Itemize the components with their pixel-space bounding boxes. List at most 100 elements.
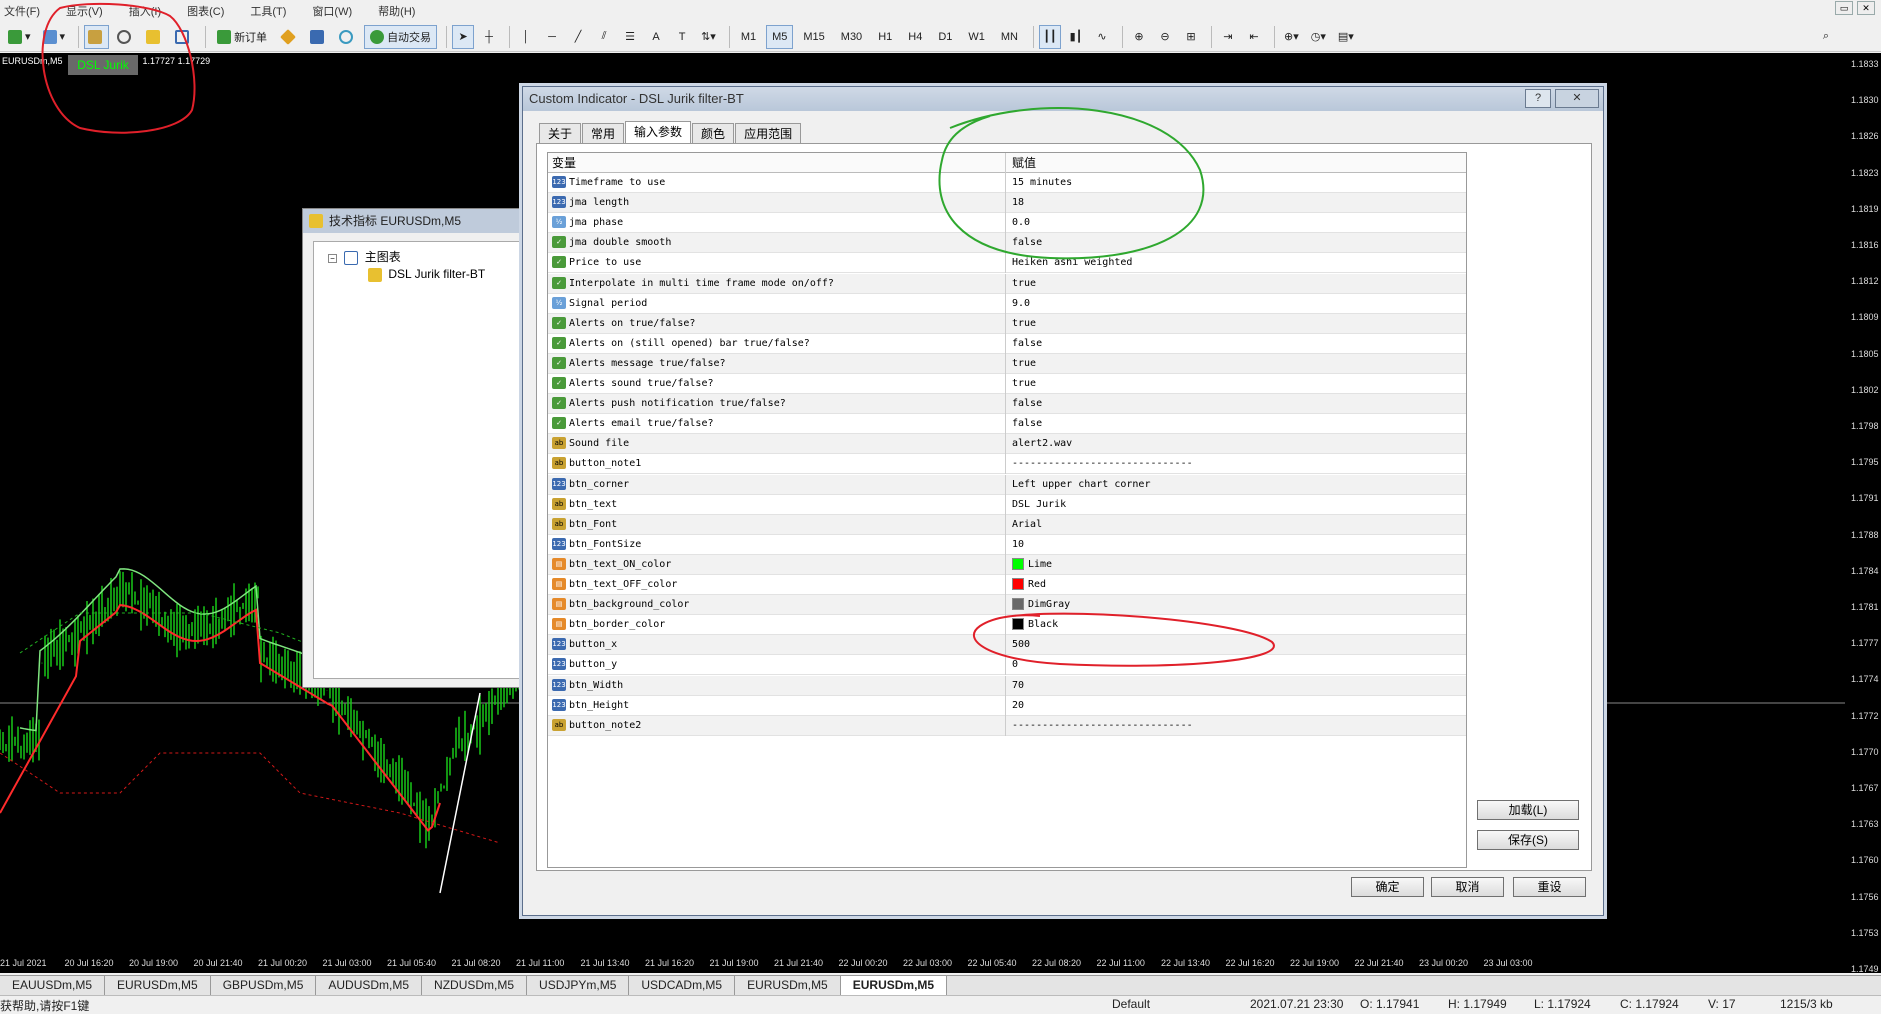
menu-tools[interactable]: 工具(T) — [250, 3, 286, 19]
chart-tab[interactable]: EURUSDm,M5 — [735, 976, 841, 995]
param-row[interactable]: ▤ btn_background_color DimGray — [548, 595, 1466, 616]
market-watch-button[interactable] — [84, 24, 110, 49]
param-row[interactable]: 123 btn_FontSize 10 — [548, 534, 1466, 555]
horizontal-line-tool[interactable]: ─ — [541, 25, 563, 49]
param-row[interactable]: ✓ Alerts sound true/false? true — [548, 374, 1466, 394]
navigator-button[interactable] — [142, 25, 167, 49]
close-button[interactable]: ✕ — [1555, 89, 1599, 108]
text-tool[interactable]: A — [645, 25, 667, 49]
tree-node-main-chart[interactable]: − 主图表 — [328, 248, 401, 265]
label-tool[interactable]: T — [671, 25, 693, 49]
param-row[interactable]: ✓ Alerts on true/false? true — [548, 313, 1466, 334]
tf-m30[interactable]: M30 — [835, 25, 868, 49]
menu-view[interactable]: 显示(V) — [66, 3, 103, 19]
strategy-tester-button[interactable] — [306, 25, 331, 49]
param-value[interactable]: 0 — [1010, 655, 1465, 675]
chart-tab[interactable]: AUDUSDm,M5 — [316, 976, 423, 995]
cursor-tool[interactable]: ➤ — [452, 24, 475, 49]
param-value[interactable]: Arial — [1010, 515, 1465, 535]
menu-file[interactable]: 文件(F) — [4, 3, 40, 19]
param-value[interactable]: 10 — [1010, 535, 1465, 555]
param-value[interactable]: ------------------------------ — [1010, 454, 1465, 474]
restore-icon[interactable]: ▭ — [1835, 1, 1853, 15]
chart-tab[interactable]: EURUSDm,M5 — [105, 976, 211, 995]
param-row[interactable]: 123 btn_Width 70 — [548, 675, 1466, 696]
param-value[interactable]: 500 — [1010, 635, 1465, 655]
menu-help[interactable]: 帮助(H) — [378, 3, 415, 19]
param-value[interactable]: true — [1010, 354, 1465, 374]
chart-tab[interactable]: EAUUSDm,M5 — [0, 976, 106, 995]
load-button[interactable]: 加载(L) — [1477, 800, 1579, 820]
param-value[interactable]: true — [1010, 314, 1465, 334]
column-variable[interactable]: 变量 — [548, 153, 1006, 173]
tf-m5[interactable]: M5 — [766, 24, 794, 49]
chart-tab[interactable]: NZDUSDm,M5 — [422, 976, 528, 995]
param-row[interactable]: ab btn_Font Arial — [548, 514, 1466, 535]
signals-button[interactable] — [335, 25, 360, 49]
data-window-button[interactable] — [113, 25, 138, 49]
arrows-tool[interactable]: ⇅▾ — [697, 25, 720, 49]
param-row[interactable]: ½ jma phase 0.0 — [548, 213, 1466, 234]
param-row[interactable]: 123 btn_Height 20 — [548, 695, 1466, 716]
param-row[interactable]: ✓ Alerts message true/false? true — [548, 353, 1466, 374]
chart-shift-button[interactable]: ⇤ — [1243, 25, 1265, 49]
param-value[interactable]: 0.0 — [1010, 213, 1465, 233]
profiles-button[interactable]: ▾ — [39, 25, 70, 49]
autoscroll-button[interactable]: ⇥ — [1217, 25, 1239, 49]
column-value[interactable]: 赋值 — [1010, 153, 1465, 173]
param-value[interactable]: DSL Jurik — [1010, 495, 1465, 515]
param-value[interactable]: Left upper chart corner — [1010, 475, 1465, 495]
menu-insert[interactable]: 插入(I) — [129, 3, 161, 19]
metaeditor-button[interactable] — [277, 25, 302, 49]
param-value[interactable]: false — [1010, 334, 1465, 354]
tab-colors[interactable]: 颜色 — [692, 123, 735, 143]
collapse-icon[interactable]: − — [328, 254, 337, 263]
zoom-in-button[interactable]: ⊕ — [1128, 25, 1150, 49]
param-value[interactable]: Black — [1010, 615, 1465, 635]
terminal-button[interactable] — [171, 25, 196, 49]
tf-h1[interactable]: H1 — [872, 25, 898, 49]
channel-tool[interactable]: ⫽ — [593, 25, 615, 49]
tab-visualization[interactable]: 应用范围 — [735, 123, 802, 143]
menu-window[interactable]: 窗口(W) — [312, 3, 352, 19]
param-row[interactable]: 123 button_x 500 — [548, 635, 1466, 656]
bar-chart-button[interactable]: ┃┃ — [1038, 24, 1061, 49]
crosshair-tool[interactable]: ┼ — [478, 25, 500, 49]
tab-about[interactable]: 关于 — [539, 123, 582, 143]
save-button[interactable]: 保存(S) — [1477, 830, 1579, 850]
ok-button[interactable]: 确定 — [1351, 877, 1424, 897]
param-value[interactable]: Lime — [1010, 555, 1465, 575]
param-row[interactable]: ✓ jma double smooth false — [548, 233, 1466, 254]
indicators-list-title[interactable]: 技术指标 EURUSDm,M5 — [303, 209, 523, 233]
dsl-jurik-toggle-button[interactable]: DSL Jurik — [68, 55, 138, 75]
param-value[interactable]: 20 — [1010, 696, 1465, 716]
param-value[interactable]: 70 — [1010, 676, 1465, 696]
param-value[interactable]: Heiken ashi weighted — [1010, 253, 1465, 273]
param-row[interactable]: ab Sound file alert2.wav — [548, 434, 1466, 455]
tf-m15[interactable]: M15 — [797, 25, 830, 49]
param-row[interactable]: ✓ Alerts email true/false? false — [548, 414, 1466, 435]
param-row[interactable]: ab button_note2 --------------------------… — [548, 715, 1466, 736]
auto-trading-button[interactable]: 自动交易 — [364, 24, 438, 49]
vertical-line-tool[interactable]: │ — [515, 25, 537, 49]
menu-chart[interactable]: 图表(C) — [187, 3, 224, 19]
param-row[interactable]: ab button_note1 --------------------------… — [548, 454, 1466, 475]
param-value[interactable]: 15 minutes — [1010, 173, 1465, 193]
param-value[interactable]: false — [1010, 233, 1465, 253]
chart-tab[interactable]: USDJPYm,M5 — [527, 976, 630, 995]
chart-tab-active[interactable]: EURUSDm,M5 — [840, 976, 948, 995]
periods-button[interactable]: ◷▾ — [1307, 25, 1330, 49]
param-row[interactable]: ▤ btn_text_ON_color Lime — [548, 554, 1466, 575]
param-row[interactable]: 123 button_y 0 — [548, 655, 1466, 676]
fibo-tool[interactable]: ☰ — [619, 25, 641, 49]
param-value[interactable]: alert2.wav — [1010, 434, 1465, 454]
reset-button[interactable]: 重设 — [1513, 877, 1586, 897]
param-row[interactable]: ✓ Alerts push notification true/false? fal… — [548, 394, 1466, 415]
status-profile[interactable]: Default — [1112, 997, 1150, 1011]
cancel-button[interactable]: 取消 — [1431, 877, 1504, 897]
tf-w1[interactable]: W1 — [962, 25, 991, 49]
chart-tab[interactable]: USDCADm,M5 — [629, 976, 736, 995]
param-value[interactable]: 9.0 — [1010, 294, 1465, 314]
close-window-icon[interactable]: ✕ — [1857, 1, 1875, 15]
new-chart-button[interactable]: ▾ — [4, 25, 35, 49]
